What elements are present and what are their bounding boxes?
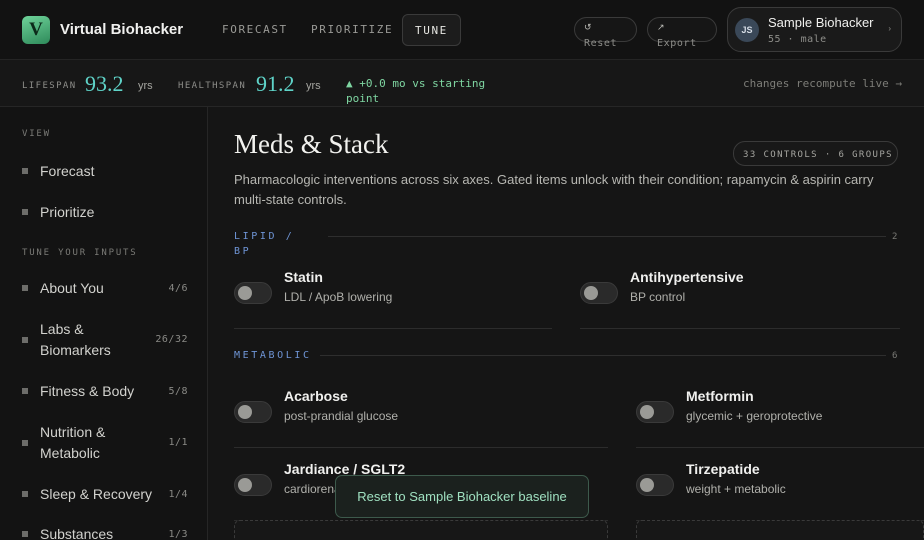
lifespan-unit: yrs: [138, 80, 153, 92]
acarbose-toggle[interactable]: [234, 401, 272, 423]
group-count: 6: [892, 351, 898, 361]
gated-control-card[interactable]: [636, 520, 924, 540]
group-count: 2: [892, 232, 898, 242]
toggle-knob: [238, 405, 252, 419]
control-description: glycemic + geroprotective: [686, 409, 823, 423]
sidebar-item-count: 4/6: [168, 283, 188, 294]
control-acarbose: Acarbose post-prandial glucose: [234, 388, 608, 448]
toggle-knob: [640, 405, 654, 419]
stats-bar: LIFESPAN 93.2 yrs HEALTHSPAN 91.2 yrs ▲ …: [0, 60, 924, 107]
bullet-icon: [22, 531, 28, 537]
gated-control-card[interactable]: [234, 520, 608, 540]
export-button[interactable]: ↗ Export: [647, 17, 717, 49]
bullet-icon: [22, 440, 28, 446]
bullet-icon: [22, 168, 28, 174]
lifespan-value: 93.2: [85, 71, 124, 96]
sidebar-item-nutrition[interactable]: Nutrition & Metabolic 1/1: [22, 422, 188, 464]
tab-forecast[interactable]: FORECAST: [210, 14, 300, 46]
tab-prioritize[interactable]: PRIORITIZE: [299, 14, 405, 46]
tirzepatide-toggle[interactable]: [636, 474, 674, 496]
control-name: Statin: [284, 269, 323, 285]
bullet-icon: [22, 337, 28, 343]
control-antihypertensive: Antihypertensive BP control: [580, 269, 900, 329]
group-heading-lipid-bp: LIPID / BP: [234, 231, 295, 257]
metformin-toggle[interactable]: [636, 401, 674, 423]
group-heading-metabolic: METABOLIC: [234, 350, 312, 361]
sidebar-item-count: 1/3: [168, 529, 188, 540]
reset-icon: ↺: [584, 22, 592, 32]
bullet-icon: [22, 388, 28, 394]
sidebar-item-label: Sleep & Recovery: [40, 486, 153, 502]
page-title: Meds & Stack: [234, 129, 389, 159]
control-description: BP control: [630, 290, 686, 304]
sidebar-item-label: Fitness & Body: [40, 383, 135, 399]
avatar: JS: [735, 18, 759, 42]
page-description: Pharmacologic interventions across six a…: [234, 172, 874, 207]
lifespan-label: LIFESPAN: [22, 81, 77, 91]
sidebar-item-label: About You: [40, 280, 104, 296]
sidebar-item-label: Nutrition & Metabolic: [40, 424, 106, 461]
toggle-knob: [640, 478, 654, 492]
delta-indicator: ▲ +0.0 mo vs starting point: [346, 77, 486, 105]
control-statin: Statin LDL / ApoB lowering: [234, 269, 552, 329]
profile-meta: 55 · male: [768, 34, 827, 45]
group-divider: [328, 236, 886, 237]
sidebar: VIEW Forecast Prioritize TUNE YOUR INPUT…: [0, 107, 208, 540]
reset-button[interactable]: ↺ Reset: [574, 17, 637, 49]
sidebar-item-about-you[interactable]: About You 4/6: [22, 278, 188, 299]
sidebar-item-label: Forecast: [40, 163, 95, 179]
control-name: Acarbose: [284, 388, 348, 404]
control-description: weight + metabolic: [686, 482, 786, 496]
reset-baseline-button[interactable]: Reset to Sample Biohacker baseline: [335, 475, 589, 518]
statin-toggle[interactable]: [234, 282, 272, 304]
controls-count-label: 33 CONTROLS · 6 GROUPS: [743, 150, 894, 160]
toggle-knob: [238, 286, 252, 300]
tab-tune[interactable]: TUNE: [402, 14, 461, 46]
sidebar-item-fitness[interactable]: Fitness & Body 5/8: [22, 381, 188, 402]
sidebar-item-forecast[interactable]: Forecast: [22, 161, 188, 182]
toggle-knob: [238, 478, 252, 492]
sidebar-heading-view: VIEW: [22, 129, 51, 139]
sidebar-item-label: Prioritize: [40, 204, 95, 220]
reset-button-label: Reset: [584, 38, 618, 49]
sidebar-heading-tune: TUNE YOUR INPUTS: [22, 248, 138, 258]
chevron-right-icon: ›: [888, 24, 891, 33]
sidebar-item-count: 5/8: [168, 386, 188, 397]
healthspan-unit: yrs: [306, 80, 321, 92]
control-metformin: Metformin glycemic + geroprotective: [636, 388, 924, 448]
control-description: post-prandial glucose: [284, 409, 399, 423]
profile-name: Sample Biohacker: [768, 15, 874, 30]
export-button-label: Export: [657, 38, 697, 49]
control-tirzepatide: Tirzepatide weight + metabolic: [636, 461, 924, 521]
sidebar-item-substances[interactable]: Substances 1/3: [22, 524, 188, 540]
bullet-icon: [22, 209, 28, 215]
sidebar-item-label: Substances: [40, 526, 114, 540]
control-name: Antihypertensive: [630, 269, 744, 285]
sidebar-item-sleep[interactable]: Sleep & Recovery 1/4: [22, 484, 188, 505]
sidebar-item-label: Labs & Biomarkers: [40, 321, 111, 358]
export-icon: ↗: [657, 22, 665, 32]
top-bar: V Virtual Biohacker FORECAST PRIORITIZE …: [0, 0, 924, 60]
controls-count-badge: 33 CONTROLS · 6 GROUPS: [733, 141, 898, 166]
bullet-icon: [22, 285, 28, 291]
group-divider: [320, 355, 886, 356]
bullet-icon: [22, 491, 28, 497]
sidebar-item-count: 1/1: [168, 437, 188, 448]
app-logo[interactable]: V: [22, 16, 50, 44]
profile-menu[interactable]: JS Sample Biohacker 55 · male ›: [727, 7, 902, 52]
healthspan-value: 91.2: [256, 71, 295, 96]
control-description: LDL / ApoB lowering: [284, 290, 393, 304]
toggle-knob: [584, 286, 598, 300]
control-name: Metformin: [686, 388, 754, 404]
sidebar-item-labs[interactable]: Labs & Biomarkers 26/32: [22, 319, 188, 361]
antihypertensive-toggle[interactable]: [580, 282, 618, 304]
sidebar-item-prioritize[interactable]: Prioritize: [22, 202, 188, 223]
healthspan-label: HEALTHSPAN: [178, 81, 247, 91]
recompute-note: changes recompute live →: [743, 77, 902, 90]
app-title: Virtual Biohacker: [60, 21, 184, 38]
sidebar-item-count: 1/4: [168, 489, 188, 500]
jardiance-toggle[interactable]: [234, 474, 272, 496]
control-name: Tirzepatide: [686, 461, 760, 477]
sidebar-item-count: 26/32: [155, 334, 188, 345]
